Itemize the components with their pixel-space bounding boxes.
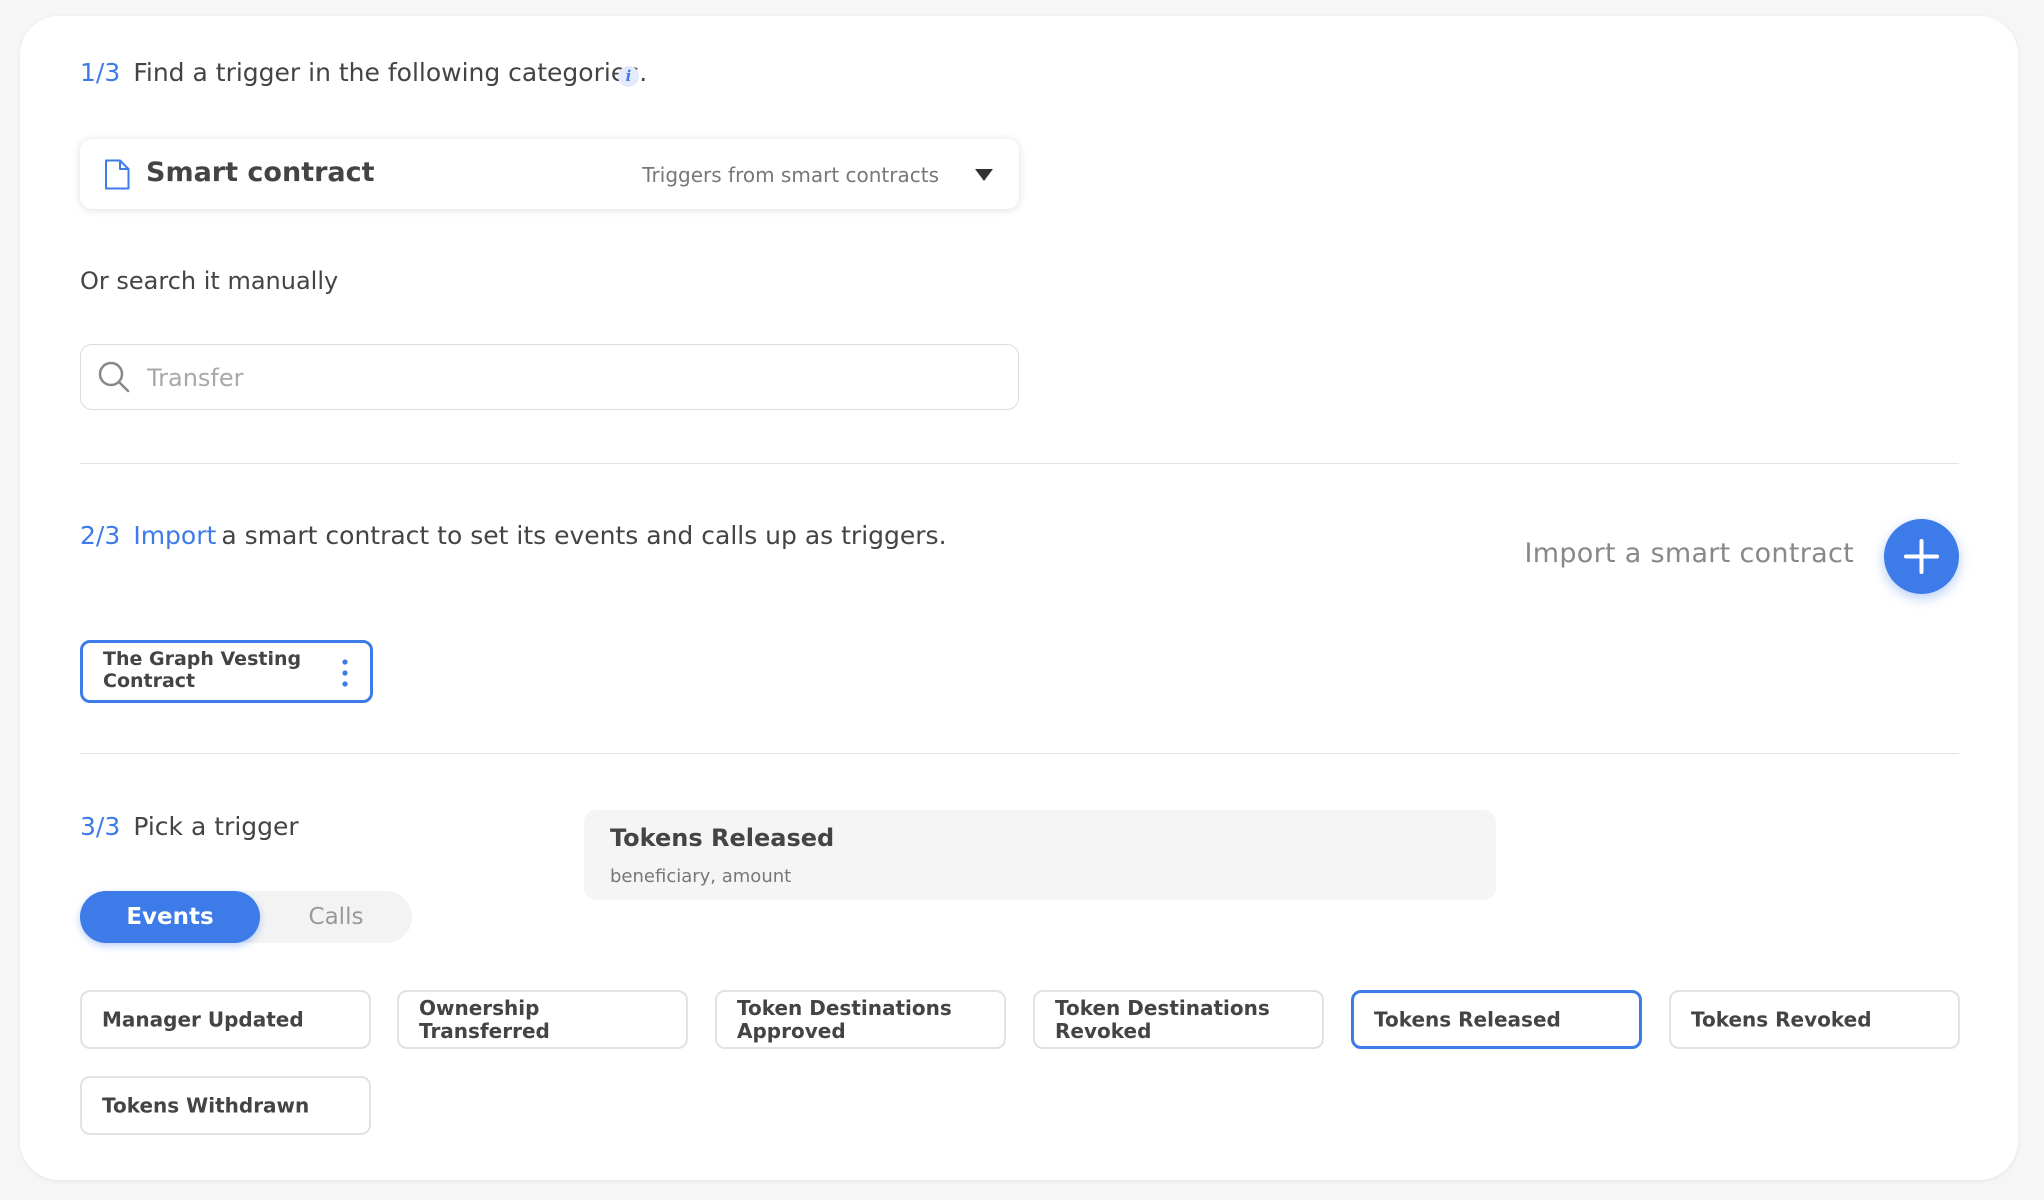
search-input[interactable]: [145, 357, 999, 399]
trigger-chip[interactable]: Manager Updated: [80, 990, 371, 1049]
search-label: Or search it manually: [80, 267, 339, 295]
trigger-chip-selected[interactable]: Tokens Released: [1351, 990, 1642, 1049]
step3-number: 3/3: [80, 812, 121, 841]
info-icon[interactable]: i: [618, 66, 639, 87]
kebab-menu-icon[interactable]: [342, 659, 348, 687]
step1-text: Find a trigger in the following categori…: [133, 58, 648, 87]
import-link[interactable]: Import: [133, 521, 216, 550]
category-title: Smart contract: [146, 157, 375, 188]
trigger-chip-label: Tokens Revoked: [1691, 1007, 1872, 1031]
trigger-chip[interactable]: Ownership Transferred: [397, 990, 688, 1049]
contract-name: The Graph Vesting Contract: [103, 648, 302, 692]
preview-params: beneficiary, amount: [610, 866, 792, 887]
step2-text: a smart contract to set its events and c…: [221, 521, 947, 550]
tab-calls[interactable]: Calls: [260, 891, 412, 943]
trigger-preview: Tokens Released beneficiary, amount: [584, 810, 1496, 900]
category-subtitle: Triggers from smart contracts: [642, 163, 939, 187]
trigger-chip-label: Token Destinations Revoked: [1055, 995, 1270, 1043]
step2-number: 2/3: [80, 521, 121, 550]
trigger-chip[interactable]: Tokens Revoked: [1669, 990, 1960, 1049]
trigger-chip-label: Token Destinations Approved: [737, 995, 952, 1043]
preview-title: Tokens Released: [610, 824, 835, 852]
trigger-chip[interactable]: Token Destinations Revoked: [1033, 990, 1324, 1049]
search-icon: [98, 361, 130, 393]
step3-heading: 3/3 Pick a trigger: [80, 812, 299, 841]
chevron-down-icon[interactable]: [975, 169, 993, 181]
document-icon: [105, 159, 130, 190]
trigger-chip[interactable]: Token Destinations Approved: [715, 990, 1006, 1049]
section-divider: [80, 753, 1959, 754]
step3-text: Pick a trigger: [133, 812, 299, 841]
trigger-chip[interactable]: Tokens Withdrawn: [80, 1076, 371, 1135]
trigger-chip-label: Manager Updated: [102, 1007, 304, 1031]
plus-icon: [1904, 539, 1939, 574]
add-contract-button[interactable]: [1884, 519, 1959, 594]
step2-heading: 2/3 Import a smart contract to set its e…: [80, 521, 947, 550]
trigger-chip-label: Ownership Transferred: [419, 995, 550, 1043]
trigger-chip-label: Tokens Withdrawn: [102, 1093, 310, 1117]
search-box[interactable]: [80, 344, 1019, 410]
category-dropdown[interactable]: Smart contract Triggers from smart contr…: [80, 139, 1019, 209]
step1-heading: 1/3 Find a trigger in the following cate…: [80, 58, 647, 87]
import-contract-label[interactable]: Import a smart contract: [1450, 538, 1854, 569]
trigger-chip-label: Tokens Released: [1374, 1007, 1561, 1031]
events-calls-toggle[interactable]: Calls Events: [80, 891, 412, 943]
tab-events[interactable]: Events: [80, 891, 260, 943]
section-divider: [80, 463, 1959, 464]
contract-chip[interactable]: The Graph Vesting Contract: [80, 640, 373, 703]
step1-number: 1/3: [80, 58, 121, 87]
